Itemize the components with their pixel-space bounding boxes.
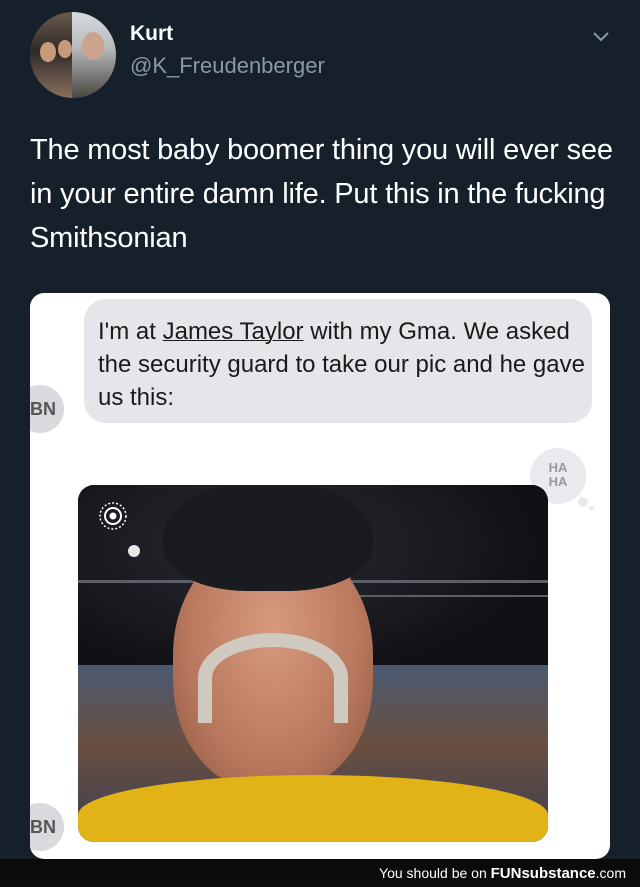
watermark-bar: You should be on FUNsubstance.com	[0, 859, 640, 887]
watermark-text: You should be on FUNsubstance.com	[379, 865, 626, 882]
reaction-line-1: HA	[548, 460, 568, 475]
selfie-photo	[78, 485, 548, 842]
live-photo-icon	[99, 502, 127, 530]
sender-avatar: BN	[30, 385, 64, 433]
tweet-screenshot: Kurt @K_Freudenberger The most baby boom…	[0, 0, 640, 887]
watermark-brand-bold: FUN	[490, 865, 522, 882]
avatar-face-left	[40, 42, 56, 62]
tweet-text: The most baby boomer thing you will ever…	[30, 134, 613, 254]
guard-mustache	[198, 633, 348, 723]
guard-cap	[163, 485, 373, 591]
watermark-prefix: You should be on	[379, 865, 491, 881]
arena-light	[128, 545, 140, 557]
user-handle[interactable]: @K_Freudenberger	[130, 53, 325, 79]
watermark-suffix: .com	[595, 865, 626, 881]
reaction-tail	[578, 497, 588, 507]
reaction-tail-small	[589, 506, 594, 511]
tweet-header: Kurt @K_Freudenberger	[0, 0, 640, 110]
message-link: James Taylor	[162, 318, 304, 345]
message-text-start: I'm at	[98, 318, 163, 345]
display-name[interactable]: Kurt	[130, 22, 173, 46]
chevron-down-icon[interactable]	[592, 30, 610, 44]
avatar-face-middle	[58, 40, 72, 58]
sender-avatar: BN	[30, 803, 64, 851]
arena-truss	[348, 595, 548, 597]
avatar[interactable]	[30, 12, 116, 98]
avatar-face-right	[82, 32, 104, 60]
watermark-brand-rest: substance	[521, 865, 596, 882]
embedded-message-screenshot[interactable]: I'm at James Taylor with my Gma. We aske…	[30, 293, 610, 859]
message-text: I'm at James Taylor with my Gma. We aske…	[98, 315, 598, 414]
